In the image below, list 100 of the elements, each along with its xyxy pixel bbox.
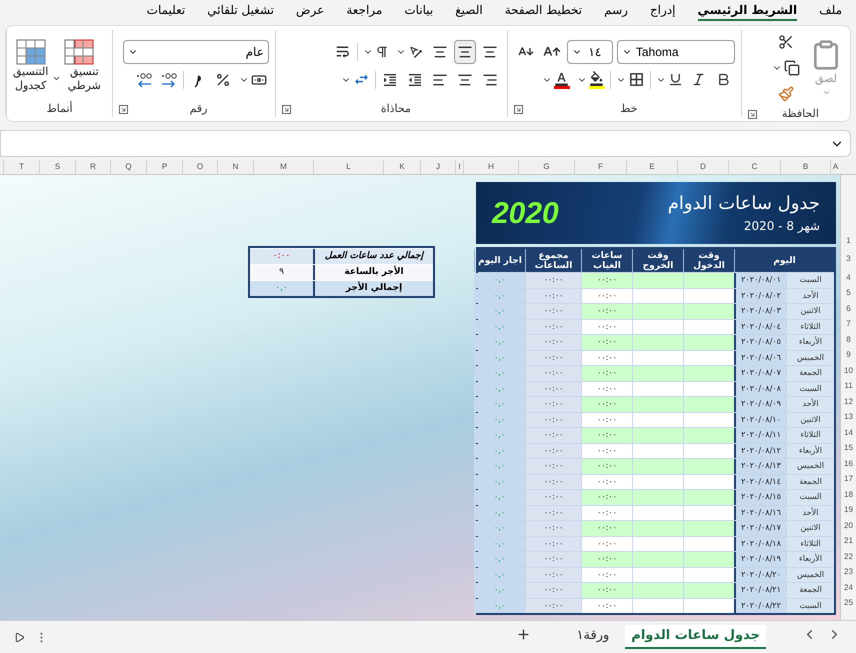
table-cell: ٠٠:٠٠: [525, 598, 581, 613]
table-cell: ٢٠٢٠/٠٨/٠٥: [734, 335, 786, 350]
table-cell: ٠٠:٠٠: [525, 583, 581, 598]
table-cell: ٠,٠: [474, 598, 525, 613]
table-cell: ٠٠:٠٠: [525, 320, 581, 334]
conditional-formatting-button[interactable]: تنسيق شرطي: [52, 38, 106, 92]
month-subtitle: شهر 8 - 2020: [744, 218, 820, 235]
group-label: الحافظة: [780, 106, 820, 121]
dialog-launcher-icon[interactable]: [748, 110, 757, 118]
column-letter: F: [574, 160, 626, 174]
table-cell: ٠٠:٠٠: [525, 273, 581, 288]
table-cell: ٠٠:٠٠: [581, 273, 632, 288]
ribbon-tab[interactable]: تعليمات: [146, 1, 186, 21]
table-cell: الخميس: [786, 350, 834, 365]
table-cell: ٠,٠: [474, 335, 525, 350]
row-number: 20: [843, 520, 854, 532]
column-letter: O: [182, 160, 217, 174]
number-format-select[interactable]: عام: [122, 40, 269, 64]
table-cell: ٠,٠: [474, 320, 525, 334]
table-cell: ٠٠:٠٠: [525, 568, 581, 582]
bold-icon: [716, 72, 732, 87]
table-cell: ٢٠٢٠/٠٨/٢١: [734, 583, 786, 598]
align-center-icon: [456, 72, 473, 88]
table-cell: ٢٠٢٠/٠٨/٠١: [734, 273, 786, 288]
table-cell: ٠٠:٠٠: [581, 490, 632, 504]
table-cell: ٠,٠: [474, 568, 525, 582]
decimal-arrow-icon: [134, 72, 153, 88]
table-cell: ٠,٠: [474, 273, 525, 288]
column-header: اجار اليوم: [474, 249, 525, 272]
chevron-down-icon: [52, 74, 62, 83]
table-cell: ٠٠:٠٠: [581, 304, 632, 318]
dialog-launcher-icon[interactable]: [282, 104, 291, 114]
fill-bucket-icon: [588, 70, 605, 88]
play-icon: [14, 632, 25, 642]
indent-increase-icon: [382, 72, 398, 88]
table-cell: ٢٠٢٠/٠٨/١٠: [734, 412, 786, 427]
table-cell: ٠٠:٠٠: [581, 552, 632, 566]
align-icon: [456, 44, 473, 60]
ribbon-tab[interactable]: الصيغ: [455, 1, 483, 21]
table-cell: ٠٠:٠٠: [525, 412, 581, 427]
table-cell: ٢٠٢٠/٠٨/١٣: [734, 459, 786, 474]
format-as-table-button[interactable]: التنسيق كجدول: [13, 38, 48, 92]
table-cell: ٢٠٢٠/٠٨/١٨: [734, 536, 786, 551]
column-letter: L: [313, 160, 383, 174]
table-cell: ٠,٠: [474, 536, 525, 551]
table-cell: الأربعاء: [786, 335, 834, 350]
font-name-select[interactable]: Tahoma: [616, 40, 735, 64]
table-cell: ٠,٠: [474, 366, 525, 380]
table-cell: الاثنين: [786, 304, 834, 318]
table-cell: ٢٠٢٠/٠٨/١٥: [734, 490, 786, 504]
table-cell: ٢٠٢٠/٠٨/١١: [734, 428, 786, 442]
table-cell: ٠٠:٠٠: [525, 474, 581, 489]
table-cell: ٢٠٢٠/٠٨/٠٤: [734, 320, 786, 334]
table-cell: ٠,٠: [474, 382, 525, 396]
table-cell: الأربعاء: [786, 444, 834, 458]
table-cell: ٢٠٢٠/٠٨/٠٢: [734, 288, 786, 303]
group-label: أنماط: [46, 100, 74, 117]
row-number: 4: [845, 272, 852, 284]
table-cell: ٢٠٢٠/٠٨/٠٩: [734, 397, 786, 412]
table-cell: الأربعاء: [786, 552, 834, 566]
table-format-icon: [16, 38, 46, 64]
table-cell: ٠٠:٠٠: [581, 521, 632, 536]
ribbon-tab[interactable]: تخطيط الصفحة: [504, 1, 582, 21]
dialog-launcher-icon[interactable]: [514, 104, 523, 114]
column-header: وقت الدخول: [683, 249, 734, 272]
table-cell: ٠٠:٠٠: [525, 304, 581, 318]
row-number: 13: [843, 411, 854, 424]
column-letter: D: [677, 160, 728, 174]
row-number: 18: [843, 488, 854, 501]
font-size-select[interactable]: ١٤: [566, 40, 613, 64]
table-cell: ٠٠:٠٠: [525, 459, 581, 474]
ribbon-tab[interactable]: رسم: [604, 1, 628, 21]
conditional-format-icon: [64, 38, 94, 64]
table-cell: ٠,٠: [474, 474, 525, 489]
ribbon-tab[interactable]: بيانات: [404, 1, 434, 21]
column-letter: C: [728, 160, 780, 174]
sheet-tab[interactable]: ورقة١: [570, 625, 616, 649]
ribbon-tab[interactable]: عرض: [296, 1, 324, 21]
ribbon-tab[interactable]: مراجعة: [346, 1, 382, 21]
sheet-tab[interactable]: جدول ساعات الدوام: [625, 625, 766, 649]
table-cell: ٠٠:٠٠: [525, 506, 581, 520]
align-right-icon: [482, 72, 498, 88]
ribbon-tab[interactable]: الشريط الرئيسي: [698, 1, 798, 21]
column-letter: B: [780, 160, 830, 174]
ribbon-tab[interactable]: ملف: [819, 1, 842, 21]
ribbon-tab[interactable]: إدراج: [650, 1, 676, 21]
table-cell: الاثنين: [786, 521, 834, 536]
ribbon-tab[interactable]: تشغيل تلقائي: [207, 1, 274, 21]
table-cell: الثلاثاء: [786, 428, 834, 442]
table-cell: ٢٠٢٠/٠٨/١٧: [734, 521, 786, 536]
align-middle-button[interactable]: [454, 40, 476, 64]
table-cell: ٠٠:٠٠: [581, 459, 632, 474]
table-cell: ٠,٠: [474, 521, 525, 536]
table-cell: ٠٠:٠٠: [525, 444, 581, 458]
sheet-title: جدول ساعات الدوام: [668, 192, 820, 216]
row-number: 19: [843, 504, 854, 516]
dialog-launcher-icon[interactable]: [119, 104, 128, 114]
row-number: 5: [845, 287, 852, 300]
column-letter: P: [146, 160, 182, 174]
table-cell: ٠٠:٠٠: [525, 490, 581, 504]
